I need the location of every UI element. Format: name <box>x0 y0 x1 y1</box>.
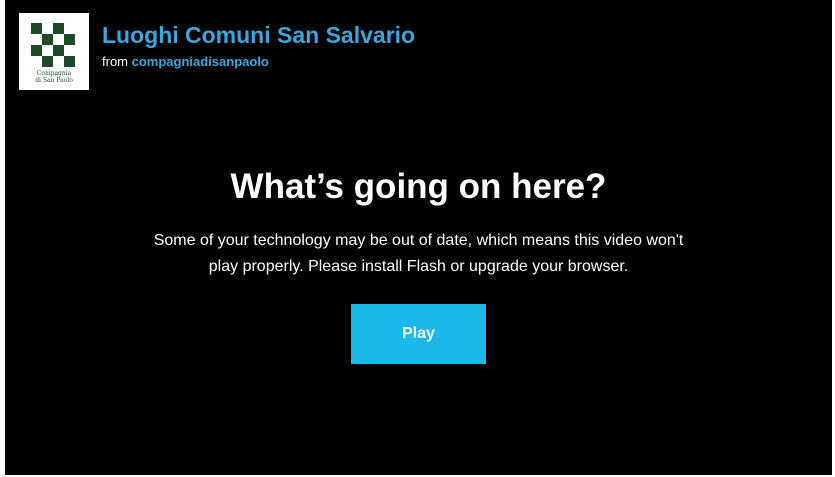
logo-caption-line: Compagnia <box>36 70 72 77</box>
message-body-line: play properly. Please install Flash or u… <box>208 258 629 275</box>
message-body: Some of your technology may be out of da… <box>69 228 769 280</box>
byline-prefix: from <box>102 54 128 69</box>
title-block: Luoghi Comuni San Salvario from compagni… <box>102 22 415 70</box>
message-body-line: Some of your technology may be out of da… <box>153 232 684 249</box>
owner-portrait[interactable]: Compagnia di San Paolo <box>19 13 89 90</box>
logo-caption: Compagnia di San Paolo <box>19 70 89 84</box>
logo-caption-line: di San Paolo <box>35 77 73 84</box>
video-title-link[interactable]: Luoghi Comuni San Salvario <box>102 22 415 49</box>
message-heading: What’s going on here? <box>230 167 607 206</box>
compagnia-di-san-paolo-logo-icon <box>31 23 75 67</box>
outdated-tech-message: What’s going on here? Some of your techn… <box>5 166 832 364</box>
owner-link[interactable]: compagniadisanpaolo <box>132 54 269 69</box>
video-header: Compagnia di San Paolo Luoghi Comuni San… <box>19 13 415 91</box>
byline: from compagniadisanpaolo <box>102 54 415 70</box>
play-button[interactable]: Play <box>351 304 486 364</box>
video-player: Compagnia di San Paolo Luoghi Comuni San… <box>5 0 832 475</box>
